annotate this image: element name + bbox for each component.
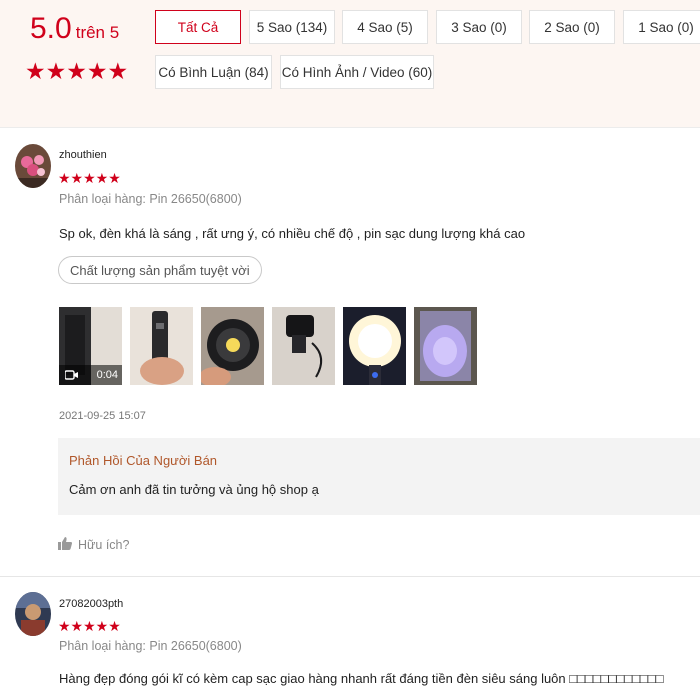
product-variant: Phân loại hàng: Pin 26650(6800) [59, 192, 242, 206]
review-text: Hàng đẹp đóng gói kĩ có kèm cap sạc giao… [59, 671, 664, 686]
average-score: 5.0 trên 5 [30, 12, 119, 46]
review-divider [0, 576, 700, 577]
filter-1-star-button[interactable]: 1 Sao (0) [623, 10, 700, 44]
helpful-button[interactable]: Hữu ích? [58, 537, 129, 553]
filter-5-star-button[interactable]: 5 Sao (134) [249, 10, 335, 44]
review-star-rating: ★★★★★ [58, 170, 121, 186]
review-image-thumbnail[interactable] [343, 307, 406, 385]
review-image-thumbnail[interactable] [201, 307, 264, 385]
score-value: 5.0 [30, 12, 72, 45]
filter-3-star-button[interactable]: 3 Sao (0) [436, 10, 522, 44]
review-star-rating: ★★★★★ [58, 618, 121, 634]
score-suffix: trên 5 [75, 23, 120, 42]
reviewer-username: 27082003pth [59, 598, 124, 610]
video-duration-badge: 0:04 [59, 365, 122, 385]
review-image-thumbnail[interactable] [414, 307, 477, 385]
filter-4-star-button[interactable]: 4 Sao (5) [342, 10, 428, 44]
seller-reply-text: Cảm ơn anh đã tin tưởng và ủng hộ shop ạ [69, 482, 319, 497]
avatar[interactable] [15, 592, 51, 636]
filter-all-button[interactable]: Tất Cả [155, 10, 241, 44]
overview-star-rating: ★★★★★ [25, 58, 129, 84]
reviewer-username: zhouthien [59, 149, 107, 161]
review-tag: Chất lượng sản phẩm tuyệt vời [58, 256, 262, 284]
video-duration: 0:04 [96, 369, 118, 381]
filter-2-star-button[interactable]: 2 Sao (0) [529, 10, 615, 44]
rating-overview: 5.0 trên 5 ★★★★★ Tất Cả 5 Sao (134) 4 Sao… [0, 0, 700, 128]
product-variant: Phân loại hàng: Pin 26650(6800) [59, 639, 242, 653]
review-video-thumbnail[interactable]: 0:04 [59, 307, 122, 385]
seller-reply: Phản Hồi Của Người Bán Cảm ơn anh đã tin… [58, 438, 700, 515]
helpful-label: Hữu ích? [78, 538, 130, 552]
filter-with-media-button[interactable]: Có Hình Ảnh / Video (60) [280, 55, 434, 89]
media-gallery: 0:04 [0, 307, 700, 385]
seller-reply-title: Phản Hồi Của Người Bán [69, 453, 218, 468]
review-date: 2021-09-25 15:07 [59, 410, 146, 422]
thumbs-up-icon [58, 537, 72, 553]
filter-with-comment-button[interactable]: Có Bình Luận (84) [155, 55, 272, 89]
review-image-thumbnail[interactable] [272, 307, 335, 385]
avatar[interactable] [15, 144, 51, 188]
review-text: Sp ok, đèn khá là sáng , rất ưng ý, có n… [59, 226, 526, 241]
video-camera-icon [65, 370, 79, 380]
review-image-thumbnail[interactable] [130, 307, 193, 385]
